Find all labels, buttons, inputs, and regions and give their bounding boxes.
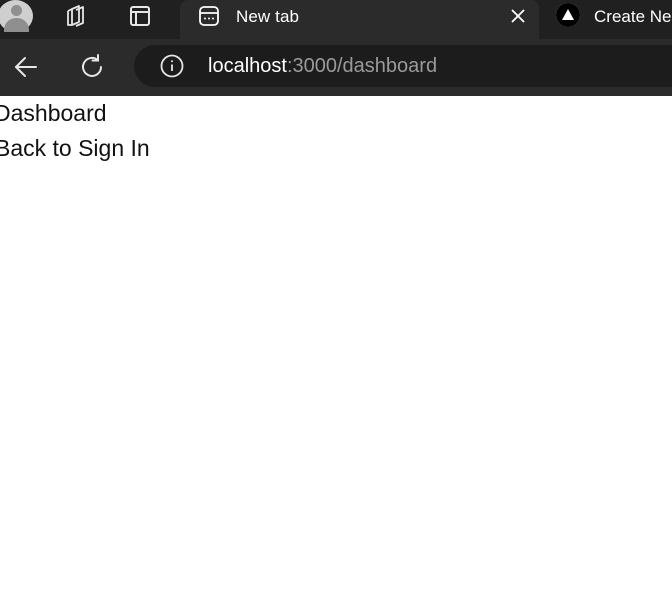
url-path: :3000/dashboard	[286, 55, 438, 77]
address-bar[interactable]: localhost:3000/dashboard	[134, 45, 672, 87]
close-icon[interactable]	[508, 6, 528, 26]
vercel-triangle-icon	[556, 3, 580, 27]
tab-title: New tab	[236, 7, 300, 26]
back-to-sign-in-link[interactable]: Back to Sign In	[0, 135, 150, 162]
tab-title: Create Ne	[594, 7, 672, 26]
new-tab-grid-icon	[198, 5, 220, 27]
workspaces-icon[interactable]	[62, 1, 92, 31]
profile-avatar-icon[interactable]	[0, 0, 34, 32]
url-text: localhost:3000/dashboard	[208, 55, 437, 78]
site-info-icon[interactable]	[160, 54, 184, 78]
page-content: Dashboard Back to Sign In	[0, 96, 672, 613]
tab-actions-icon[interactable]	[125, 1, 155, 31]
navigation-bar: localhost:3000/dashboard	[0, 39, 672, 96]
tab-strip: New tab Create Ne	[0, 0, 672, 39]
tab-new-tab[interactable]: New tab	[180, 0, 539, 39]
page-title: Dashboard	[0, 100, 107, 126]
tab-create-new[interactable]: Create Ne	[540, 0, 672, 39]
reload-icon[interactable]	[77, 52, 107, 82]
url-host: localhost	[208, 55, 287, 77]
browser-chrome: New tab Create Ne localhost:3000/dashboa…	[0, 0, 672, 96]
back-arrow-icon[interactable]	[11, 52, 41, 82]
